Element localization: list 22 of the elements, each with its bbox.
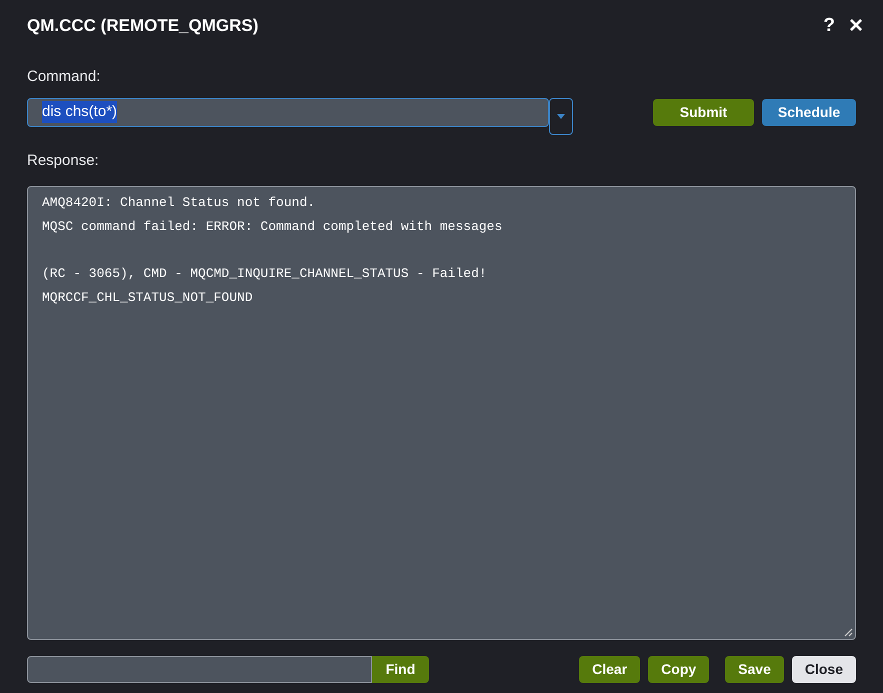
find-button[interactable]: Find bbox=[372, 656, 429, 683]
close-button[interactable]: Close bbox=[792, 656, 856, 683]
schedule-button[interactable]: Schedule bbox=[762, 98, 856, 126]
response-line: MQSC command failed: ERROR: Command completed with messages bbox=[42, 219, 502, 234]
find-field[interactable] bbox=[27, 656, 372, 683]
response-label: Response: bbox=[27, 150, 99, 170]
close-button[interactable]: × bbox=[848, 14, 863, 38]
response-line: (RC - 3065), CMD - MQCMD_INQUIRE_CHANNEL_STATUS - Failed! bbox=[42, 266, 487, 281]
resize-grip-icon[interactable] bbox=[844, 628, 853, 637]
dropdown-button[interactable] bbox=[549, 98, 573, 134]
action-button[interactable]: Copy bbox=[648, 656, 710, 683]
help-button[interactable]: ? bbox=[823, 12, 835, 40]
command-label: Command: bbox=[27, 67, 100, 87]
command-field[interactable]: dis chs(to*) bbox=[27, 98, 549, 126]
submit-button[interactable]: Submit bbox=[653, 98, 754, 126]
response-line: MQRCCF_CHL_STATUS_NOT_FOUND bbox=[42, 290, 253, 305]
dialog-title: QM.CCC (REMOTE_QMGRS) bbox=[27, 15, 258, 38]
action-button[interactable]: Save bbox=[725, 656, 784, 683]
response-area[interactable]: AMQ8420I: Channel Status not found. MQSC command failed: ERROR: Command completed with messages (RC - 3065), CMD - MQCMD_INQUIRE_CHANNEL_STATUS - Failed! MQRCCF_CHL_STATUS_NOT_FOUND bbox=[27, 186, 856, 640]
caret-icon bbox=[557, 114, 565, 118]
action-button[interactable]: Clear bbox=[579, 656, 640, 683]
response-line: AMQ8420I: Channel Status not found. bbox=[42, 195, 316, 210]
